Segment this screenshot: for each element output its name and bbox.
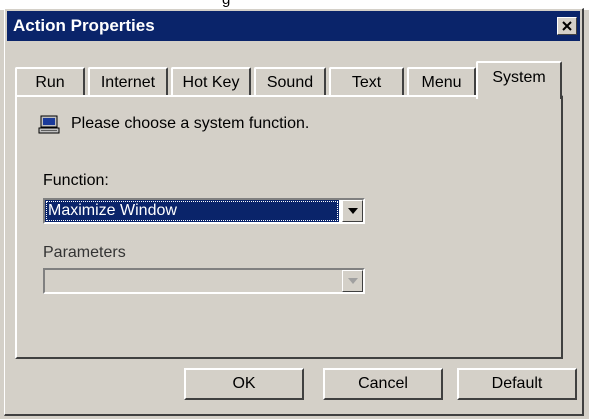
function-dropdown-button[interactable] — [342, 200, 363, 222]
title-bar[interactable]: Action Properties — [7, 11, 580, 41]
action-properties-dialog: Action Properties Run Internet Hot Key S… — [4, 8, 584, 416]
close-icon — [562, 21, 572, 31]
parameters-dropdown-button[interactable] — [342, 270, 363, 292]
cancel-label: Cancel — [358, 375, 408, 392]
ok-button[interactable]: OK — [184, 368, 304, 400]
tab-sound[interactable]: Sound — [254, 67, 326, 97]
tab-system[interactable]: System — [476, 61, 562, 99]
chevron-down-icon — [347, 208, 358, 214]
tab-run[interactable]: Run — [15, 67, 85, 97]
tab-label: Text — [351, 74, 382, 91]
parameters-dropdown[interactable] — [43, 268, 365, 294]
function-label: Function: — [43, 172, 109, 189]
default-label: Default — [491, 375, 543, 392]
tab-label: Run — [35, 74, 65, 91]
tab-menu[interactable]: Menu — [407, 67, 476, 97]
tab-text[interactable]: Text — [329, 67, 404, 97]
system-tab-panel: Please choose a system function. Functio… — [15, 95, 563, 359]
cancel-button[interactable]: Cancel — [323, 368, 443, 400]
instruction-text: Please choose a system function. — [71, 115, 310, 132]
close-button[interactable] — [557, 17, 577, 35]
tab-internet[interactable]: Internet — [88, 67, 168, 97]
tab-label: System — [492, 69, 546, 86]
tab-label: Menu — [421, 74, 462, 91]
parameters-label: Parameters — [43, 244, 126, 261]
default-button[interactable]: Default — [457, 368, 577, 400]
chevron-down-icon — [347, 278, 358, 284]
tab-label: Sound — [266, 74, 314, 91]
window-title: Action Properties — [13, 16, 155, 35]
function-selected-value: Maximize Window — [45, 200, 339, 222]
tab-label: Internet — [100, 74, 156, 91]
tab-label: Hot Key — [182, 74, 240, 91]
computer-icon — [38, 115, 60, 134]
ok-label: OK — [232, 375, 256, 392]
tab-hot-key[interactable]: Hot Key — [171, 67, 251, 97]
function-dropdown[interactable]: Maximize Window — [43, 198, 365, 224]
